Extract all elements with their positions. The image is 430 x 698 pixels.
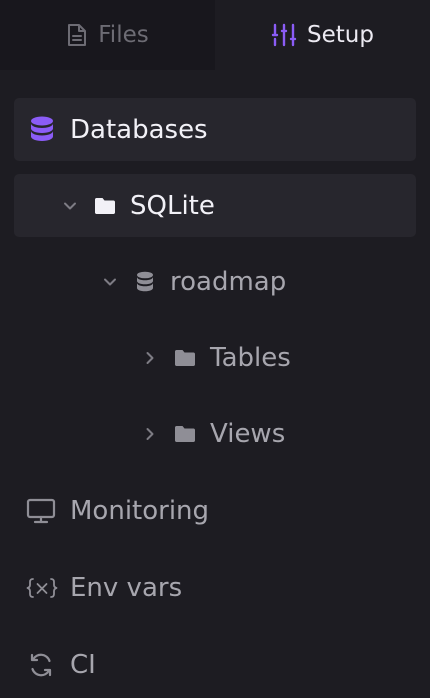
database-icon — [136, 271, 154, 293]
chevron-down-icon[interactable] — [62, 198, 78, 214]
database-icon — [30, 116, 54, 144]
folder-icon — [174, 425, 196, 443]
chevron-down-icon[interactable] — [102, 274, 118, 290]
monitor-icon — [26, 498, 56, 524]
tree-item-databases[interactable]: Databases — [14, 98, 416, 161]
nav-item-label: Monitoring — [70, 495, 210, 526]
nav-item-ci[interactable]: CI — [14, 633, 416, 696]
nav-item-label: Env vars — [70, 572, 183, 603]
tree-item-label: Tables — [210, 342, 291, 373]
sliders-icon — [271, 23, 297, 47]
nav-item-env-vars[interactable]: Env vars — [14, 556, 416, 619]
tab-setup-label: Setup — [307, 22, 374, 48]
tab-setup[interactable]: Setup — [215, 0, 430, 70]
tab-files[interactable]: Files — [0, 0, 215, 70]
folder-icon — [174, 349, 196, 367]
setup-tree: Databases SQLite roadmap Tables Views Mo… — [0, 70, 430, 678]
refresh-icon — [28, 652, 54, 678]
folder-icon — [94, 197, 116, 215]
nav-item-label: CI — [70, 649, 96, 680]
tree-item-views[interactable]: Views — [14, 402, 416, 465]
file-icon — [66, 23, 88, 47]
tree-item-label: Views — [210, 418, 286, 449]
chevron-right-icon[interactable] — [142, 426, 158, 442]
tree-item-label: roadmap — [170, 266, 287, 297]
tab-files-label: Files — [98, 22, 149, 48]
tree-item-sqlite[interactable]: SQLite — [14, 174, 416, 237]
tree-item-roadmap[interactable]: roadmap — [14, 250, 416, 313]
tree-item-tables[interactable]: Tables — [14, 326, 416, 389]
tab-bar: Files Setup — [0, 0, 430, 70]
tree-item-label: Databases — [70, 114, 208, 145]
nav-item-monitoring[interactable]: Monitoring — [14, 479, 416, 542]
chevron-right-icon[interactable] — [142, 350, 158, 366]
tree-item-label: SQLite — [130, 190, 215, 221]
variable-icon — [26, 576, 58, 600]
